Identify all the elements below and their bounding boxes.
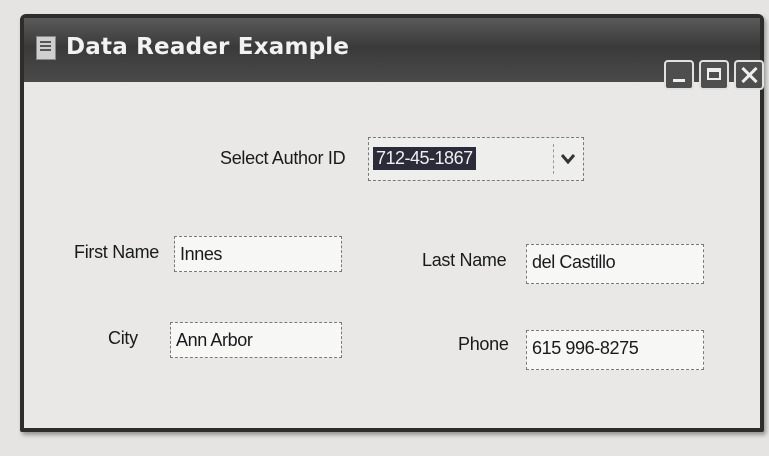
city-label: City [108, 328, 138, 348]
window-title: Data Reader Example [66, 34, 350, 60]
dropdown-button[interactable] [553, 144, 581, 174]
phone-label: Phone [458, 334, 509, 354]
author-id-combobox[interactable]: 712-45-1867 [368, 137, 584, 181]
first-name-field[interactable]: Innes [174, 236, 342, 272]
author-id-value: 712-45-1867 [373, 147, 476, 170]
phone-field[interactable]: 615 996-8275 [526, 330, 704, 370]
last-name-field[interactable]: del Castillo [526, 244, 704, 284]
form-area: Select Author ID 712-45-1867 First Name … [24, 82, 760, 428]
author-id-label: Select Author ID [220, 148, 346, 168]
title-bar[interactable]: Data Reader Example [24, 18, 764, 90]
app-window-icon[interactable] [36, 36, 56, 60]
last-name-label: Last Name [422, 250, 507, 270]
chevron-down-icon [561, 154, 575, 164]
first-name-label: First Name [74, 242, 160, 262]
data-reader-window: Data Reader Example Select Author ID 712… [20, 14, 764, 432]
city-field[interactable]: Ann Arbor [170, 322, 342, 358]
